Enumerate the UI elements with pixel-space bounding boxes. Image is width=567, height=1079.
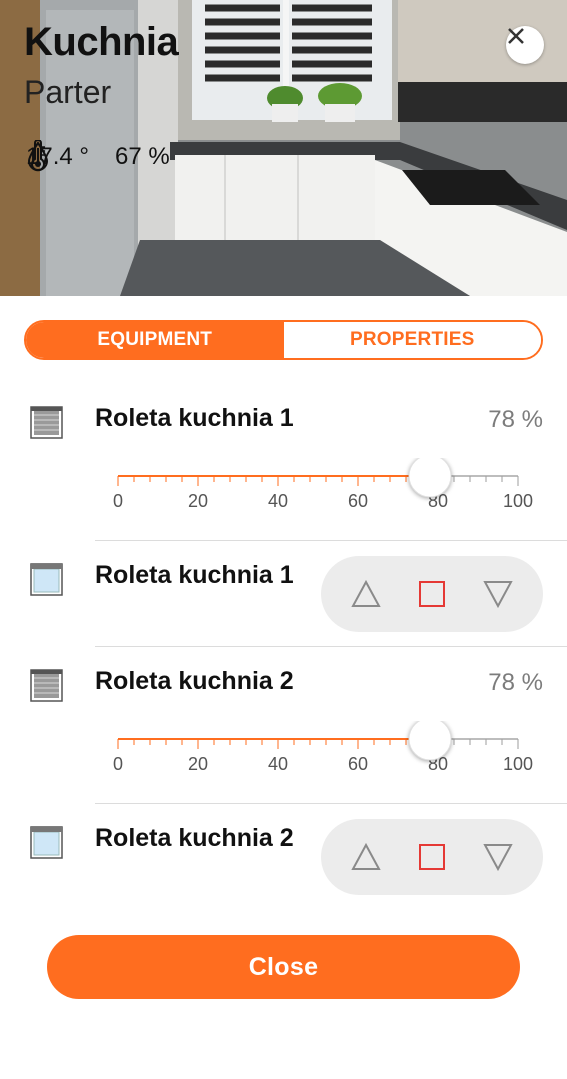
level-slider[interactable]: 0 20 40 60 80 100	[100, 454, 540, 518]
slider-tick-label: 60	[348, 754, 368, 774]
slider-tick-label: 40	[268, 491, 288, 511]
roller-blind-closed-icon	[30, 669, 63, 702]
slider-tick-label: 60	[348, 491, 368, 511]
slider-thumb[interactable]	[408, 454, 452, 498]
tab-equipment[interactable]: EQUIPMENT	[26, 322, 284, 358]
down-triangle-icon	[483, 844, 513, 872]
close-icon	[508, 28, 524, 44]
blind-down-button[interactable]	[478, 837, 518, 877]
device-level-value: 78 %	[488, 669, 543, 696]
close-dialog-button[interactable]	[506, 26, 544, 64]
device-name: Roleta kuchnia 1	[95, 561, 294, 589]
blind-control-pad	[321, 819, 543, 895]
slider-tick-label: 0	[113, 754, 123, 774]
slider-thumb[interactable]	[408, 717, 452, 761]
slider-tick-label: 0	[113, 491, 123, 511]
stop-square-icon	[419, 581, 445, 607]
close-button[interactable]: Close	[47, 935, 520, 999]
up-triangle-icon	[351, 842, 381, 870]
device-name: Roleta kuchnia 2	[95, 667, 294, 695]
slider-track-svg: 0 20 40 60 80 100	[113, 717, 533, 774]
slider-tick-label: 100	[503, 491, 533, 511]
tab-properties[interactable]: PROPERTIES	[283, 322, 541, 358]
slider-track-svg: 0 20 40 60 80 100	[113, 454, 533, 511]
blind-down-button[interactable]	[478, 574, 518, 614]
humidity-value: 67 %	[114, 143, 170, 170]
tab-bar: EQUIPMENT PROPERTIES	[24, 320, 543, 360]
blind-stop-button[interactable]	[412, 837, 452, 877]
blind-up-button[interactable]	[346, 574, 386, 614]
down-triangle-icon	[483, 581, 513, 609]
slider-tick-label: 100	[503, 754, 533, 774]
room-photo-header: Kuchnia Parter 17.4 ° 67 %	[0, 0, 567, 296]
roller-blind-closed-icon	[30, 406, 63, 439]
divider	[95, 803, 567, 804]
blind-up-button[interactable]	[346, 837, 386, 877]
level-slider[interactable]: 0 20 40 60 80 100	[100, 717, 540, 781]
humidity-drop-icon	[27, 141, 49, 171]
up-triangle-icon	[351, 579, 381, 607]
roller-blind-open-icon	[30, 826, 63, 859]
slider-tick-label: 40	[268, 754, 288, 774]
blind-stop-button[interactable]	[412, 574, 452, 614]
divider	[95, 646, 567, 647]
divider	[95, 540, 567, 541]
stop-square-icon	[419, 844, 445, 870]
room-floor: Parter	[24, 74, 112, 110]
blind-control-pad	[321, 556, 543, 632]
roller-blind-open-icon	[30, 563, 63, 596]
device-level-value: 78 %	[488, 406, 543, 433]
device-name: Roleta kuchnia 2	[95, 824, 294, 852]
room-name: Kuchnia	[24, 20, 179, 64]
slider-tick-label: 20	[188, 491, 208, 511]
climate-readout: 17.4 ° 67 %	[26, 140, 170, 174]
slider-tick-label: 20	[188, 754, 208, 774]
device-name: Roleta kuchnia 1	[95, 404, 294, 432]
